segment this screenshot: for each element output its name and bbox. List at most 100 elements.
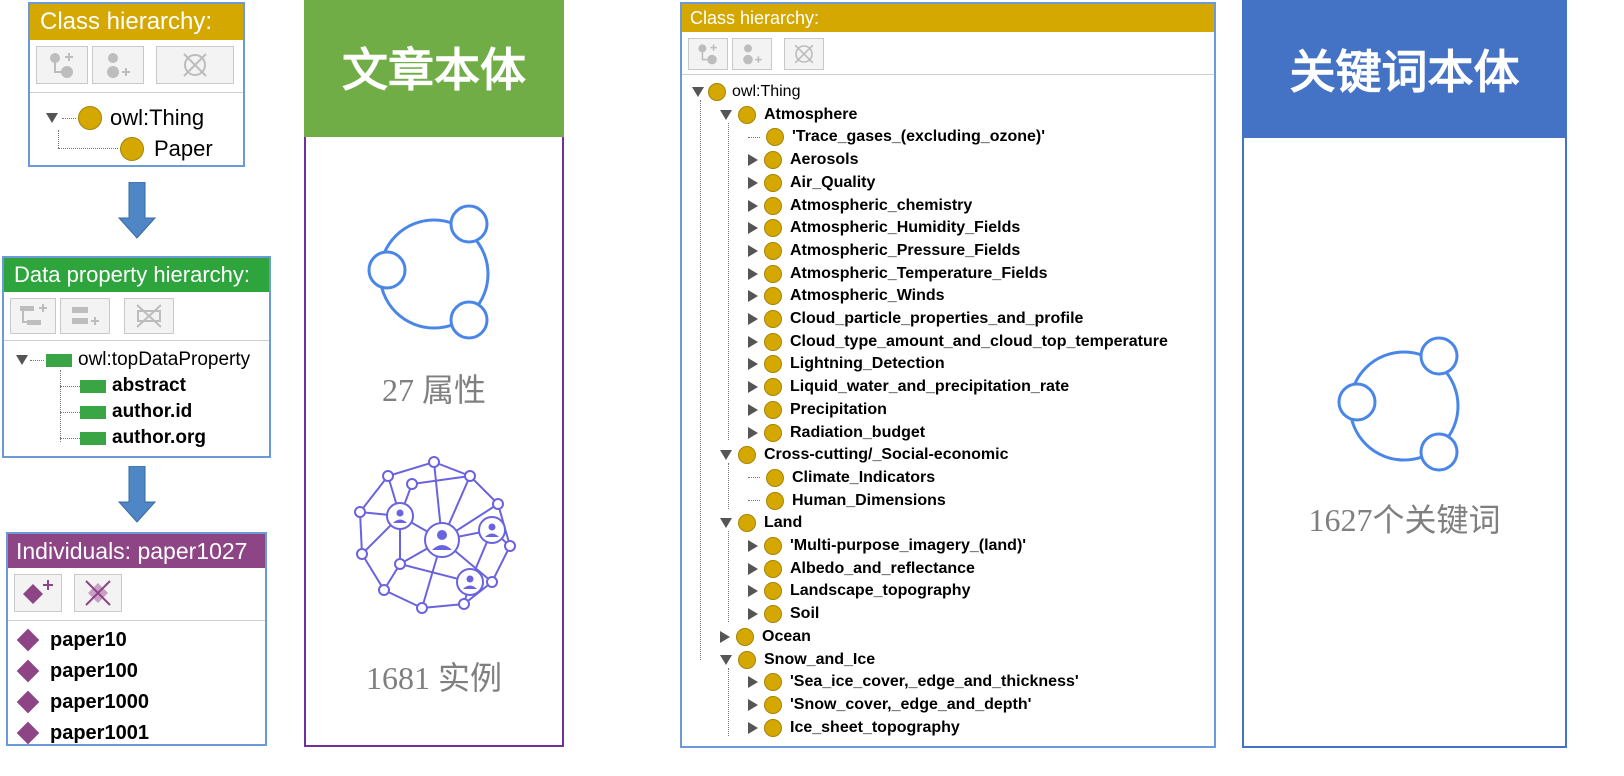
tree-item[interactable]: Lightning_Detection xyxy=(748,354,945,374)
tree-connector xyxy=(748,136,760,138)
delete-individual-icon xyxy=(85,580,111,606)
delete-class-button[interactable] xyxy=(156,46,234,84)
tree-item[interactable]: Atmosphere xyxy=(720,105,857,125)
tree-item-label: Atmospheric_Pressure_Fields xyxy=(790,241,1021,259)
tree-item[interactable]: Landscape_topography xyxy=(748,581,970,601)
tree-item-property[interactable]: abstract xyxy=(80,374,186,398)
tree-item[interactable]: Atmospheric_Humidity_Fields xyxy=(748,218,1020,238)
class-icon xyxy=(78,106,102,130)
tree-item-label: Human_Dimensions xyxy=(792,491,946,509)
tree-item[interactable]: Ice_sheet_topography xyxy=(748,718,960,738)
delete-individual-button[interactable] xyxy=(74,574,122,612)
paper-class-hierarchy-panel: Class hierarchy: owl:Thing Paper xyxy=(28,2,245,167)
tree-item-paper[interactable]: Paper xyxy=(120,135,213,163)
class-icon xyxy=(708,83,726,101)
tree-item[interactable]: Cloud_particle_properties_and_profile xyxy=(748,309,1083,329)
expand-arrow-icon[interactable] xyxy=(720,518,732,529)
collapse-arrow-icon[interactable] xyxy=(748,244,758,257)
tree-item[interactable]: Climate_Indicators xyxy=(748,468,935,488)
tree-item[interactable]: Liquid_water_and_precipitation_rate xyxy=(748,377,1069,397)
collapse-arrow-icon[interactable] xyxy=(748,721,758,734)
individual-item[interactable]: paper1001 xyxy=(16,719,149,747)
tree-item[interactable]: Snow_and_Ice xyxy=(720,650,875,670)
collapse-arrow-icon[interactable] xyxy=(748,358,758,371)
collapse-arrow-icon[interactable] xyxy=(748,426,758,439)
panel-header: Individuals: paper1027 xyxy=(8,534,265,568)
collapse-arrow-icon[interactable] xyxy=(748,335,758,348)
collapse-arrow-icon[interactable] xyxy=(748,313,758,325)
expand-arrow-icon[interactable] xyxy=(720,450,732,461)
collapse-arrow-icon[interactable] xyxy=(748,562,758,575)
add-sibling-class-button[interactable] xyxy=(92,46,144,84)
collapse-arrow-icon[interactable] xyxy=(748,676,758,689)
tree-item[interactable]: Aerosols xyxy=(748,150,858,170)
tree-item[interactable]: Albedo_and_reflectance xyxy=(748,559,975,579)
individual-item[interactable]: paper10 xyxy=(16,626,127,654)
tree-item-property[interactable]: author.org xyxy=(80,426,206,450)
tree-item[interactable]: Radiation_budget xyxy=(748,423,925,443)
expand-arrow-icon[interactable] xyxy=(720,654,732,665)
tree-item-label: Climate_Indicators xyxy=(792,468,936,486)
tree-item[interactable]: Atmospheric_Winds xyxy=(748,286,945,306)
tree-item[interactable]: Atmospheric_chemistry xyxy=(748,196,972,216)
tree-item[interactable]: Human_Dimensions xyxy=(748,491,946,511)
collapse-arrow-icon[interactable] xyxy=(748,403,758,416)
delete-property-button[interactable] xyxy=(124,298,174,334)
add-subclass-button[interactable] xyxy=(36,46,88,84)
individual-item[interactable]: paper100 xyxy=(16,657,138,685)
tree-item-label: Cloud_particle_properties_and_profile xyxy=(790,310,1084,327)
class-icon xyxy=(766,468,784,487)
collapse-arrow-icon[interactable] xyxy=(748,222,758,235)
panel-header: Data property hierarchy: xyxy=(4,258,269,292)
panel-title: Class hierarchy: xyxy=(40,8,213,35)
tree-item[interactable]: Precipitation xyxy=(748,400,887,420)
collapse-arrow-icon[interactable] xyxy=(748,267,758,280)
add-individual-button[interactable] xyxy=(14,574,62,612)
tree-item-label: Soil xyxy=(790,605,820,623)
add-sub-property-button[interactable] xyxy=(10,298,56,334)
individual-item[interactable]: paper1000 xyxy=(16,688,149,716)
tree-item[interactable]: Ocean xyxy=(720,627,811,647)
tree-item[interactable]: Soil xyxy=(748,604,819,624)
collapse-arrow-icon[interactable] xyxy=(748,290,758,303)
class-icon xyxy=(764,241,782,260)
add-sibling-property-button[interactable] xyxy=(60,298,110,334)
add-sibling-class-icon xyxy=(107,53,130,78)
class-icon xyxy=(764,400,782,419)
tree-item[interactable]: Atmospheric_Temperature_Fields xyxy=(748,264,1048,284)
collapse-arrow-icon[interactable] xyxy=(748,176,758,189)
tree-item[interactable]: Land xyxy=(720,513,802,533)
tree-item-property[interactable]: author.id xyxy=(80,400,192,424)
tree-item-root[interactable]: owl:Thing xyxy=(46,104,204,132)
class-icon xyxy=(764,310,782,328)
collapse-arrow-icon[interactable] xyxy=(748,608,758,621)
tree-item[interactable]: 'Trace_gases_(excluding_ozone)' xyxy=(748,127,1045,147)
collapse-arrow-icon[interactable] xyxy=(720,630,730,643)
collapse-arrow-icon[interactable] xyxy=(748,154,758,167)
tree-item-root[interactable]: owl:topDataProperty xyxy=(16,348,250,372)
expand-arrow-icon[interactable] xyxy=(692,87,704,97)
tree-item[interactable]: 'Multi-purpose_imagery_(land)' xyxy=(748,536,1026,556)
individual-label: paper1000 xyxy=(50,690,149,713)
tree-item[interactable]: Cloud_type_amount_and_cloud_top_temperat… xyxy=(748,332,1168,352)
collapse-arrow-icon[interactable] xyxy=(748,199,758,212)
tree-item-label: Liquid_water_and_precipitation_rate xyxy=(790,378,1070,396)
add-individual-icon xyxy=(23,580,53,604)
tree-item-label: Atmosphere xyxy=(764,105,858,123)
tree-item[interactable]: Air_Quality xyxy=(748,173,875,193)
collapse-arrow-icon[interactable] xyxy=(748,540,758,552)
expand-arrow-icon[interactable] xyxy=(720,109,732,120)
collapse-arrow-icon[interactable] xyxy=(748,698,758,711)
expand-arrow-icon[interactable] xyxy=(16,355,28,365)
add-sub-property-icon xyxy=(20,304,47,325)
tree-item-root[interactable]: owl:Thing xyxy=(692,82,800,102)
collapse-arrow-icon[interactable] xyxy=(748,381,758,394)
tree-item-label: Land xyxy=(764,514,803,532)
tree-item[interactable]: 'Snow_cover,_edge_and_depth' xyxy=(748,695,1031,715)
collapse-arrow-icon[interactable] xyxy=(748,585,758,598)
tree-item[interactable]: Cross-cutting/_Social-economic xyxy=(720,445,1009,465)
expand-arrow-icon[interactable] xyxy=(46,113,58,123)
tree-connector xyxy=(748,500,760,502)
tree-item[interactable]: Atmospheric_Pressure_Fields xyxy=(748,241,1020,261)
tree-item[interactable]: 'Sea_ice_cover,_edge_and_thickness' xyxy=(748,672,1079,692)
